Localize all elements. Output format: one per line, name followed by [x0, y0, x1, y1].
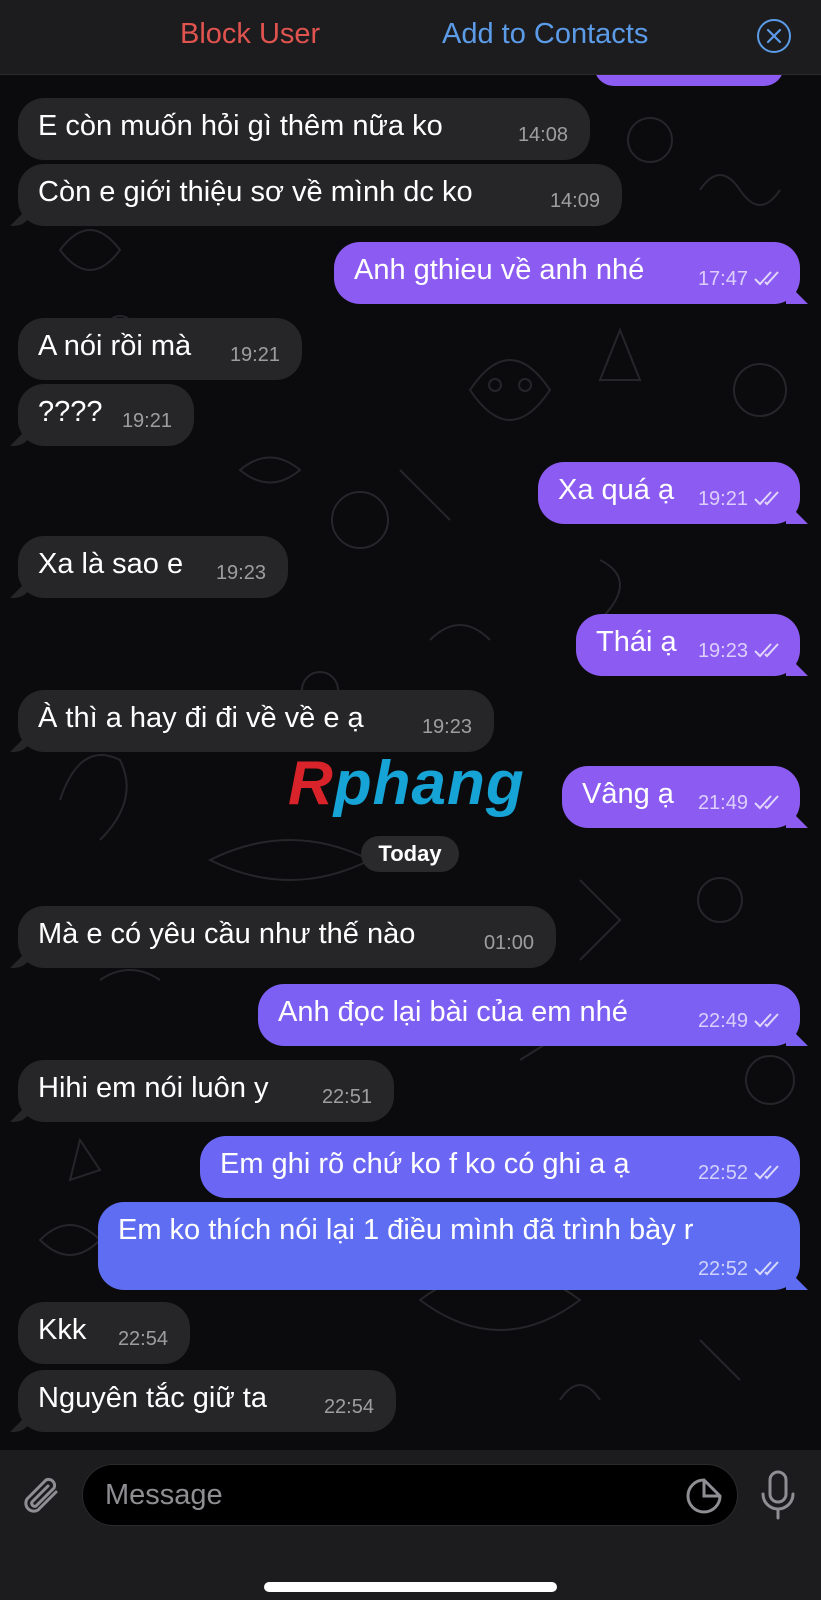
message-time: 22:54 [117, 1328, 168, 1350]
message-text: Anh gthieu về anh nhé [354, 254, 645, 286]
message-outgoing[interactable]: Anh đọc lại bài của em nhé 22:49 [258, 984, 800, 1046]
message-text: Em ko thích nói lại 1 điều mình đã trình… [118, 1214, 694, 1246]
message-text: Còn e giới thiệu sơ về mình dc ko [38, 176, 473, 208]
message-incoming[interactable]: Xa là sao e 19:23 [18, 536, 288, 598]
message-text: Em ghi rõ chứ ko f ko có ghi a ạ [220, 1148, 630, 1180]
message-text: E còn muốn hỏi gì thêm nữa ko [38, 110, 443, 142]
message-text: Mà e có yêu cầu như thế nào [38, 918, 416, 950]
microphone-icon[interactable] [760, 1470, 796, 1522]
read-checkmarks-icon [754, 1013, 779, 1028]
close-icon[interactable] [757, 19, 791, 53]
message-incoming[interactable]: E còn muốn hỏi gì thêm nữa ko 14:08 [18, 98, 590, 160]
read-checkmarks-icon [754, 643, 779, 658]
message-time: 22:51 [321, 1086, 372, 1108]
message-time: 22:49 [697, 1010, 748, 1032]
message-text: A nói rồi mà [38, 330, 192, 362]
message-incoming[interactable]: A nói rồi mà 19:21 [18, 318, 302, 380]
message-time: 19:21 [229, 344, 280, 366]
message-text: Hihi em nói luôn y [38, 1072, 269, 1104]
message-time: 14:09 [549, 190, 600, 212]
message-time: 17:47 [697, 268, 748, 290]
message-time: 19:21 [121, 410, 172, 432]
message-incoming[interactable]: À thì a hay đi đi về về e ạ 19:23 [18, 690, 494, 752]
date-separator: Today [361, 836, 459, 872]
message-text: Vâng ạ [582, 778, 674, 810]
message-time: 22:52 [697, 1258, 748, 1280]
message-outgoing[interactable]: Anh gthieu về anh nhé 17:47 [334, 242, 800, 304]
message-outgoing[interactable]: Xa quá ạ 19:21 [538, 462, 800, 524]
add-to-contacts-button[interactable]: Add to Contacts [442, 18, 648, 51]
home-indicator [264, 1582, 557, 1592]
message-time: 19:23 [697, 640, 748, 662]
block-user-button[interactable]: Block User [180, 18, 320, 51]
message-time: 19:21 [697, 488, 748, 510]
read-checkmarks-icon [754, 271, 779, 286]
message-input[interactable]: Message [82, 1464, 738, 1526]
read-checkmarks-icon [754, 1261, 779, 1276]
message-time: 14:08 [517, 124, 568, 146]
message-time: 22:54 [323, 1396, 374, 1418]
message-text: Nguyên tắc giữ ta [38, 1382, 267, 1414]
message-time: 22:52 [697, 1162, 748, 1184]
message-text: Kkk [38, 1314, 87, 1346]
message-time: 01:00 [483, 932, 534, 954]
message-text: Xa là sao e [38, 548, 184, 580]
message-text: À thì a hay đi đi về về e ạ [38, 702, 364, 734]
sticker-icon[interactable] [685, 1477, 723, 1515]
watermark-logo: Rphang [288, 749, 525, 818]
message-incoming[interactable]: Hihi em nói luôn y 22:51 [18, 1060, 394, 1122]
message-time: 19:23 [215, 562, 266, 584]
message-time: 21:49 [697, 792, 748, 814]
message-placeholder: Message [105, 1479, 223, 1511]
message-outgoing[interactable]: Em ko thích nói lại 1 điều mình đã trình… [98, 1202, 800, 1290]
message-incoming[interactable]: Kkk 22:54 [18, 1302, 190, 1364]
message-incoming[interactable]: Còn e giới thiệu sơ về mình dc ko 14:09 [18, 164, 622, 226]
message-incoming[interactable]: Mà e có yêu cầu như thế nào 01:00 [18, 906, 556, 968]
message-incoming[interactable]: Nguyên tắc giữ ta 22:54 [18, 1370, 396, 1432]
message-text: Thái ạ [596, 626, 677, 658]
message-outgoing[interactable]: Thái ạ 19:23 [576, 614, 800, 676]
message-text: ???? [38, 396, 103, 428]
message-outgoing[interactable]: Vâng ạ 21:49 [562, 766, 800, 828]
message-text: Xa quá ạ [558, 474, 675, 506]
message-composer: Message [0, 1450, 821, 1600]
read-checkmarks-icon [754, 795, 779, 810]
read-checkmarks-icon [754, 1165, 779, 1180]
message-text: Anh đọc lại bài của em nhé [278, 996, 628, 1028]
message-outgoing[interactable]: Em ghi rõ chứ ko f ko có ghi a ạ 22:52 [200, 1136, 800, 1198]
message-incoming[interactable]: ???? 19:21 [18, 384, 194, 446]
attachment-icon[interactable] [20, 1472, 64, 1520]
message-time: 19:23 [421, 716, 472, 738]
top-action-bar: Block User Add to Contacts [0, 0, 821, 75]
read-checkmarks-icon [754, 491, 779, 506]
